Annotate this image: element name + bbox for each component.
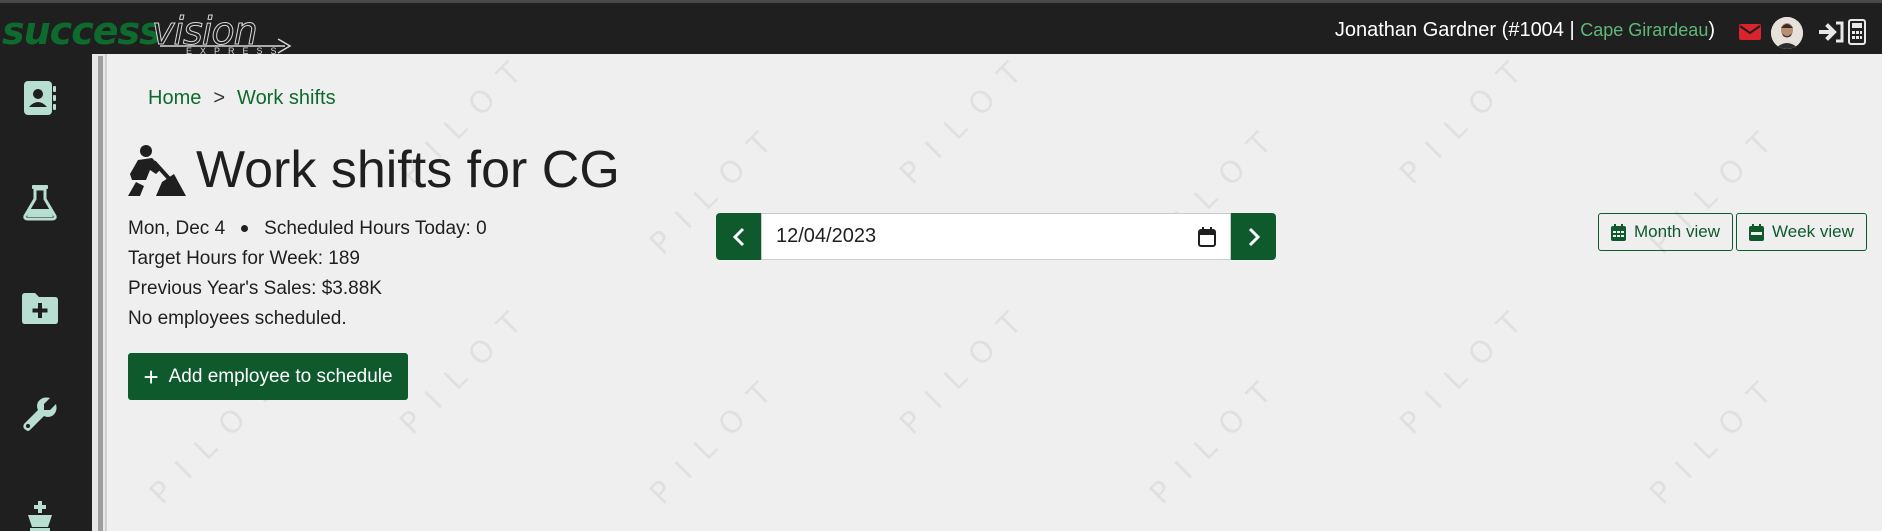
calendar-week-icon [1749, 223, 1764, 241]
watermark: PILOT [1393, 293, 1542, 442]
add-employee-button[interactable]: + Add employee to schedule [128, 353, 408, 400]
logo-express-text: EXPRESS [186, 46, 285, 56]
breadcrumb: Home > Work shifts [148, 87, 336, 110]
chevron-left-icon [732, 227, 744, 246]
user-id: (#1004 | [1501, 19, 1575, 41]
next-day-button[interactable] [1231, 213, 1276, 260]
calendar-month-icon [1611, 223, 1626, 241]
logo-success-text: success [2, 9, 162, 53]
folder-plus-icon [22, 293, 58, 324]
watermark: PILOT [1143, 363, 1292, 512]
sidebar-item-contacts[interactable] [20, 78, 60, 118]
watermark: PILOT [393, 293, 542, 442]
chess-king-icon [28, 501, 52, 531]
flask-icon [23, 185, 57, 221]
chevron-right-icon [1248, 227, 1260, 246]
date-summary: Mon, Dec 4 Scheduled Hours Today: 0 [128, 218, 487, 240]
sidebar [0, 54, 92, 531]
breadcrumb-home[interactable]: Home [148, 87, 201, 109]
contact-book-icon [24, 81, 56, 115]
date-input-value: 12/04/2023 [776, 225, 877, 247]
avatar-photo-icon [1771, 17, 1803, 49]
target-hours: Target Hours for Week: 189 [128, 248, 360, 269]
top-bar: success vision EXPRESS Jonathan Gardner … [0, 0, 1882, 56]
previous-year-sales: Previous Year's Sales: $3.88K [128, 278, 382, 299]
watermark: PILOT [643, 363, 792, 512]
avatar[interactable] [1771, 17, 1803, 49]
no-employees-message: No employees scheduled. [128, 308, 347, 329]
store-link[interactable]: Cape Girardeau [1580, 20, 1708, 40]
calculator-icon[interactable] [1848, 19, 1866, 45]
sidebar-item-new-folder[interactable] [20, 288, 60, 328]
calendar-icon[interactable] [1198, 226, 1216, 247]
month-view-label: Month view [1634, 222, 1720, 241]
sidebar-item-strategy[interactable] [20, 501, 60, 531]
user-info: Jonathan Gardner (#1004 | Cape Girardeau… [1335, 19, 1715, 42]
logout-icon[interactable] [1819, 21, 1845, 43]
watermark: PILOT [893, 43, 1042, 192]
mail-icon[interactable] [1739, 24, 1761, 40]
bullet-separator [241, 225, 249, 233]
plus-icon: + [143, 361, 159, 392]
breadcrumb-separator: > [213, 87, 226, 109]
worker-digging-icon [128, 145, 186, 196]
sidebar-item-lab[interactable] [20, 182, 60, 222]
sidebar-item-tools[interactable] [20, 394, 60, 434]
watermark: PILOT [1393, 43, 1542, 192]
week-view-button[interactable]: Week view [1736, 213, 1867, 251]
user-name: Jonathan Gardner [1334, 19, 1497, 41]
page-title: Work shifts for CG [128, 140, 620, 200]
date-navigator: 12/04/2023 [716, 213, 1276, 260]
previous-day-button[interactable] [716, 213, 761, 260]
watermark: PILOT [1643, 363, 1792, 512]
date-input[interactable]: 12/04/2023 [761, 213, 1231, 260]
wrench-icon [23, 397, 57, 431]
scheduled-hours-today: Scheduled Hours Today: 0 [264, 218, 487, 239]
current-date: Mon, Dec 4 [128, 218, 226, 239]
page-title-text: Work shifts for CG [196, 141, 620, 199]
add-employee-label: Add employee to schedule [168, 365, 393, 387]
watermark: PILOT [893, 293, 1042, 442]
sidebar-scrollbar[interactable] [92, 54, 107, 531]
user-close-paren: ) [1708, 19, 1715, 41]
month-view-button[interactable]: Month view [1598, 213, 1733, 251]
breadcrumb-current[interactable]: Work shifts [237, 87, 336, 109]
week-view-label: Week view [1772, 222, 1854, 241]
